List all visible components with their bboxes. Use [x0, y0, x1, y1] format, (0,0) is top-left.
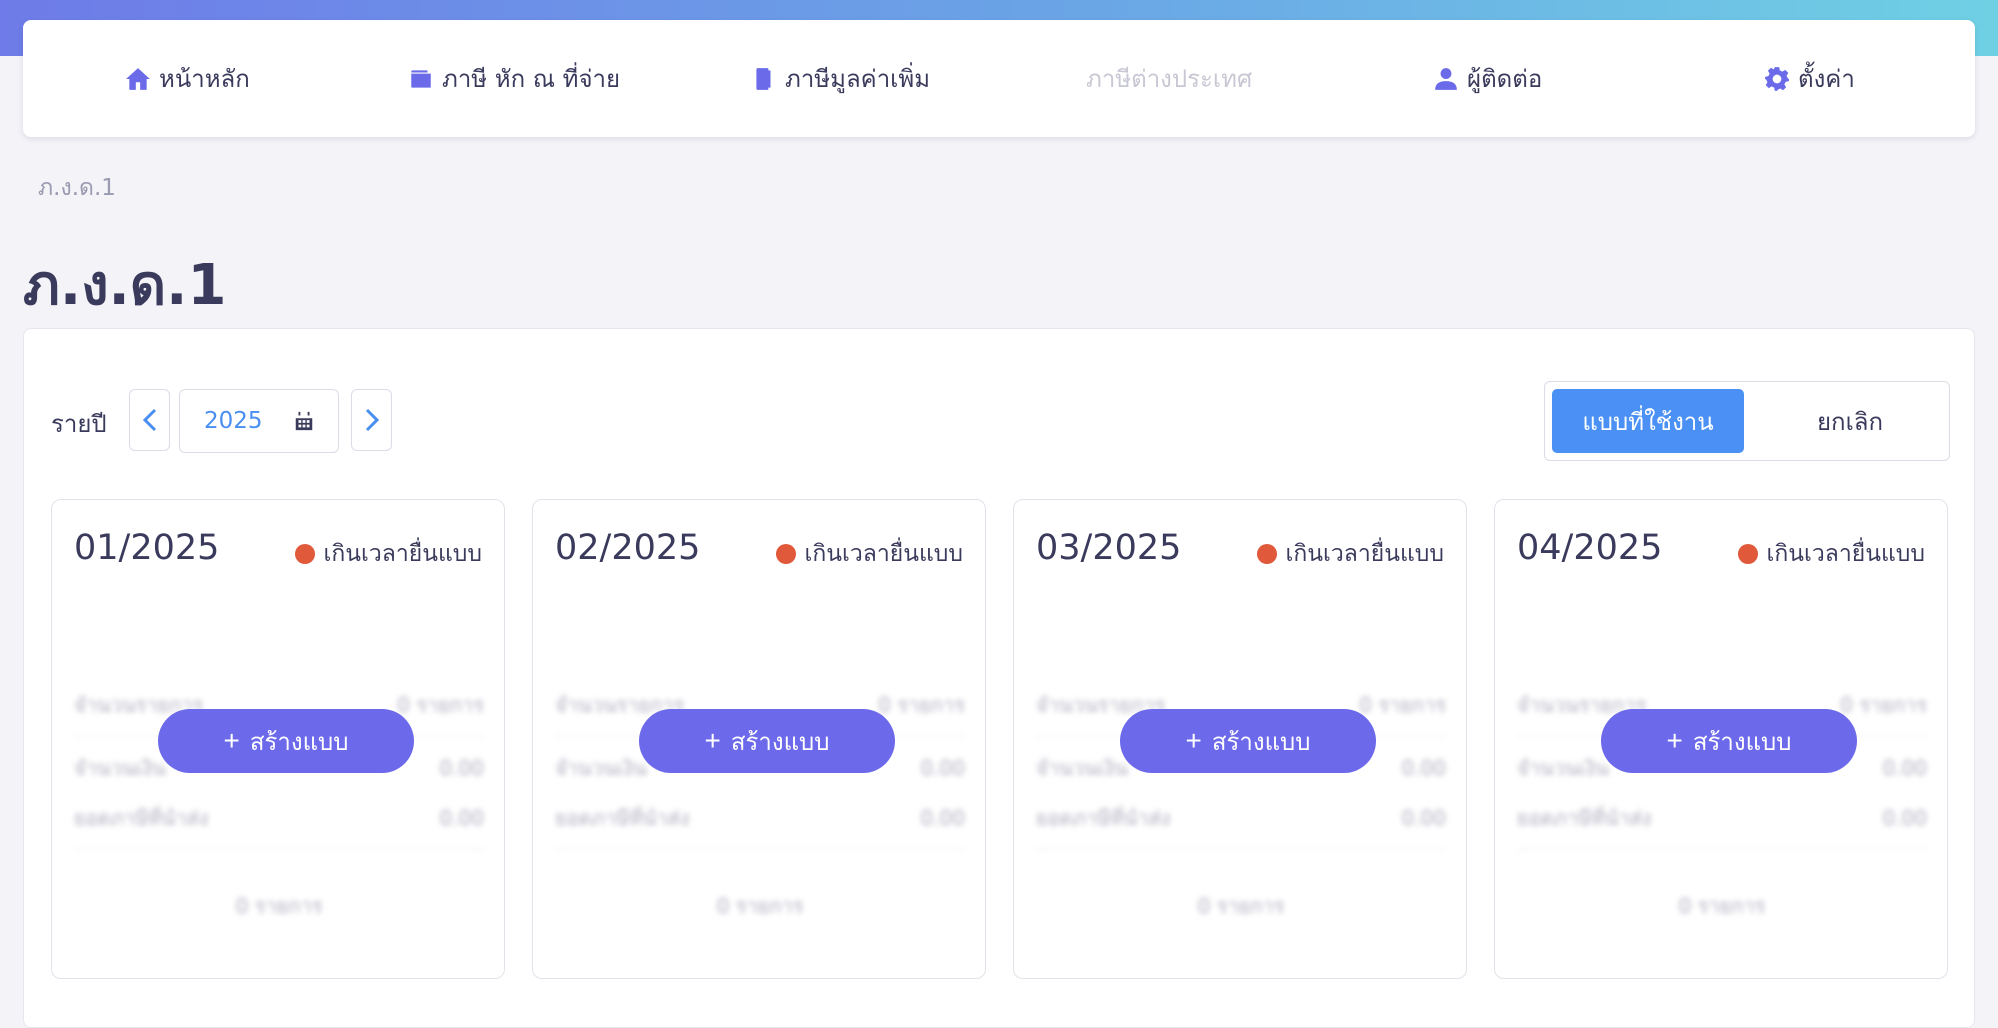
- summary-label: ยอดภาษีที่นำส่ง: [1517, 806, 1652, 830]
- status-badge: เกินเวลายื่นแบบ: [295, 536, 482, 572]
- divider: [1517, 849, 1927, 850]
- breadcrumb[interactable]: ภ.ง.ด.1: [38, 170, 116, 206]
- summary-value: 0 รายการ: [1359, 693, 1446, 717]
- calendar-icon: [295, 411, 312, 431]
- plus-icon: +: [1666, 725, 1683, 756]
- create-form-button[interactable]: + สร้างแบบ: [158, 709, 414, 773]
- summary-value: 0.00: [920, 806, 965, 830]
- summary-footer: 0 รายการ: [235, 894, 323, 918]
- plus-icon: +: [223, 725, 240, 756]
- status-dot-icon: [1738, 544, 1759, 564]
- status-badge: เกินเวลายื่นแบบ: [776, 536, 963, 572]
- summary-value: 0 รายการ: [878, 693, 965, 717]
- summary-label: ยอดภาษีที่นำส่ง: [1036, 806, 1171, 830]
- next-year-button[interactable]: [351, 389, 392, 451]
- summary-value: 0.00: [1882, 806, 1927, 830]
- nav-item-home[interactable]: หน้าหลัก: [125, 20, 250, 137]
- chevron-left-icon: [142, 408, 156, 432]
- summary-footer: 0 รายการ: [1197, 894, 1285, 918]
- summary-label: จำนวนเงิน: [555, 756, 647, 780]
- nav-item-label: ตั้งค่า: [1798, 65, 1855, 93]
- nav-item-foreign-tax: ภาษีต่างประเทศ: [1086, 20, 1252, 137]
- card-period: 04/2025: [1517, 528, 1663, 568]
- divider: [555, 849, 965, 850]
- nav-item-contacts[interactable]: ผู้ติดต่อ: [1433, 20, 1542, 137]
- summary-label: จำนวนเงิน: [1036, 756, 1128, 780]
- previous-year-button[interactable]: [129, 389, 170, 451]
- status-text: เกินเวลายื่นแบบ: [804, 541, 963, 567]
- status-dot-icon: [295, 544, 316, 564]
- month-card: 03/2025 เกินเวลายื่นแบบ จำนวนรายการ 0 ราย…: [1013, 499, 1467, 979]
- create-form-label: สร้างแบบ: [249, 728, 349, 756]
- summary-value: 0.00: [920, 756, 965, 780]
- cancelled-forms-tab[interactable]: ยกเลิก: [1757, 389, 1943, 453]
- plus-icon: +: [1185, 725, 1202, 756]
- plus-icon: +: [704, 725, 721, 756]
- status-text: เกินเวลายื่นแบบ: [1285, 541, 1444, 567]
- nav-item-settings[interactable]: ตั้งค่า: [1764, 20, 1855, 137]
- nav-item-label: ภาษีต่างประเทศ: [1086, 65, 1253, 93]
- status-dot-icon: [776, 544, 797, 564]
- create-form-label: สร้างแบบ: [730, 728, 830, 756]
- month-card: 04/2025 เกินเวลายื่นแบบ จำนวนรายการ 0 ราย…: [1494, 499, 1948, 979]
- summary-label: จำนวนเงิน: [74, 756, 166, 780]
- summary-label: ยอดภาษีที่นำส่ง: [74, 806, 209, 830]
- wallet-icon: [411, 69, 431, 88]
- main-navbar: หน้าหลัก ภาษี หัก ณ ที่จ่าย ภาษีมูลค่าเพ…: [23, 20, 1975, 137]
- gear-icon: [1765, 66, 1789, 91]
- month-card: 02/2025 เกินเวลายื่นแบบ จำนวนรายการ 0 ราย…: [532, 499, 986, 979]
- card-period: 01/2025: [74, 528, 220, 568]
- year-value: 2025: [204, 408, 263, 434]
- create-form-button[interactable]: + สร้างแบบ: [1601, 709, 1857, 773]
- document-icon: [756, 67, 771, 90]
- home-icon: [126, 67, 150, 90]
- nav-item-withholding-tax[interactable]: ภาษี หัก ณ ที่จ่าย: [408, 20, 620, 137]
- summary-value: 0 รายการ: [397, 693, 484, 717]
- status-badge: เกินเวลายื่นแบบ: [1257, 536, 1444, 572]
- summary-row: ยอดภาษีที่นำส่ง 0.00: [1517, 793, 1927, 843]
- summary-footer: 0 รายการ: [716, 894, 804, 918]
- summary-label: จำนวนเงิน: [1517, 756, 1609, 780]
- nav-item-vat[interactable]: ภาษีมูลค่าเพิ่ม: [751, 20, 930, 137]
- card-period: 02/2025: [555, 528, 701, 568]
- divider: [74, 849, 484, 850]
- create-form-button[interactable]: + สร้างแบบ: [639, 709, 895, 773]
- main-panel: รายปี 2025 แบบที่ใช้งาน ยกเลิก 01/2025 เ…: [23, 328, 1975, 1028]
- summary-value: 0.00: [439, 756, 484, 780]
- user-icon: [1435, 67, 1457, 90]
- status-text: เกินเวลายื่นแบบ: [1766, 541, 1925, 567]
- summary-row: ยอดภาษีที่นำส่ง 0.00: [74, 793, 484, 843]
- nav-item-label: ภาษี หัก ณ ที่จ่าย: [442, 65, 621, 93]
- year-picker-input[interactable]: 2025: [179, 389, 339, 453]
- status-segmented-control: แบบที่ใช้งาน ยกเลิก: [1544, 381, 1950, 461]
- page-title: ภ.ง.ด.1: [23, 253, 227, 318]
- nav-item-label: หน้าหลัก: [159, 65, 250, 93]
- status-text: เกินเวลายื่นแบบ: [323, 541, 482, 567]
- create-form-button[interactable]: + สร้างแบบ: [1120, 709, 1376, 773]
- create-form-label: สร้างแบบ: [1211, 728, 1311, 756]
- summary-value: 0 รายการ: [1840, 693, 1927, 717]
- nav-item-label: ภาษีมูลค่าเพิ่ม: [785, 65, 931, 93]
- summary-row: ยอดภาษีที่นำส่ง 0.00: [555, 793, 965, 843]
- create-form-label: สร้างแบบ: [1692, 728, 1792, 756]
- summary-label: ยอดภาษีที่นำส่ง: [555, 806, 690, 830]
- divider: [1036, 849, 1446, 850]
- summary-value: 0.00: [1401, 806, 1446, 830]
- month-card: 01/2025 เกินเวลายื่นแบบ จำนวนรายการ 0 ราย…: [51, 499, 505, 979]
- summary-row: ยอดภาษีที่นำส่ง 0.00: [1036, 793, 1446, 843]
- chevron-right-icon: [365, 408, 379, 432]
- status-badge: เกินเวลายื่นแบบ: [1738, 536, 1925, 572]
- active-forms-tab[interactable]: แบบที่ใช้งาน: [1552, 389, 1744, 453]
- nav-item-label: ผู้ติดต่อ: [1467, 65, 1543, 93]
- summary-value: 0.00: [439, 806, 484, 830]
- period-label: รายปี: [51, 410, 107, 438]
- summary-footer: 0 รายการ: [1678, 894, 1766, 918]
- summary-value: 0.00: [1882, 756, 1927, 780]
- card-period: 03/2025: [1036, 528, 1182, 568]
- summary-value: 0.00: [1401, 756, 1446, 780]
- status-dot-icon: [1257, 544, 1278, 564]
